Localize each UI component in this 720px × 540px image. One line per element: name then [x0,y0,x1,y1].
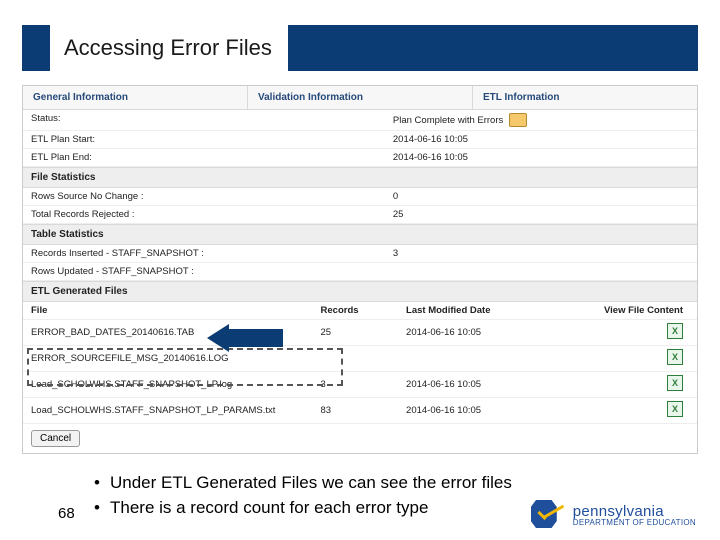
rows-updated-row: Rows Updated - STAFF_SNAPSHOT : [23,263,697,281]
gen-file-name: Load_SCHOLWHS.STAFF_SNAPSHOT_LP.log [31,379,321,390]
gen-files-header: File Records Last Modified Date View Fil… [23,302,697,320]
gen-file-records: 83 [321,405,407,416]
view-file-icon[interactable] [667,375,683,391]
status-value: Plan Complete with Errors [393,115,503,126]
gen-file-records: 3 [321,379,407,390]
bullet-item: Under ETL Generated Files we can see the… [94,472,698,495]
gen-file-modified: 2014-06-16 10:05 [406,327,577,338]
gen-file-modified: 2014-06-16 10:05 [406,405,577,416]
gen-file-name: Load_SCHOLWHS.STAFF_SNAPSHOT_LP_PARAMS.t… [31,405,321,416]
records-inserted-row: Records Inserted - STAFF_SNAPSHOT : 3 [23,245,697,263]
tab-strip: General Information Validation Informati… [23,86,697,110]
records-inserted-value: 3 [393,248,689,259]
gen-file-records: 25 [321,327,407,338]
tab-etl[interactable]: ETL Information [473,86,697,109]
gen-file-row: ERROR_SOURCEFILE_MSG_20140616.LOG [23,346,697,372]
plan-start-label: ETL Plan Start: [31,134,393,145]
rows-rejected-row: Total Records Rejected : 25 [23,206,697,224]
plan-start-value: 2014-06-16 10:05 [393,134,689,145]
etl-panel: General Information Validation Informati… [22,85,698,454]
dept-logo: pennsylvania DEPARTMENT OF EDUCATION [531,500,696,530]
folder-icon[interactable] [509,113,527,127]
gen-files-heading: ETL Generated Files [23,281,697,302]
gen-file-modified: 2014-06-16 10:05 [406,379,577,390]
status-label: Status: [31,113,393,127]
tab-validation[interactable]: Validation Information [248,86,473,109]
keystone-check-icon [531,500,565,530]
records-inserted-label: Records Inserted - STAFF_SNAPSHOT : [31,248,393,259]
title-bar: Accessing Error Files [22,25,698,71]
col-records: Records [321,305,407,316]
rows-rejected-value: 25 [393,209,689,220]
file-stats-heading: File Statistics [23,167,697,188]
plan-end-row: ETL Plan End: 2014-06-16 10:05 [23,149,697,167]
gen-file-name: ERROR_SOURCEFILE_MSG_20140616.LOG [31,353,321,364]
page-number: 68 [58,505,75,522]
rows-updated-value [393,266,689,277]
status-row: Status: Plan Complete with Errors [23,110,697,131]
gen-file-row: Load_SCHOLWHS.STAFF_SNAPSHOT_LP.log 3 20… [23,372,697,398]
plan-end-value: 2014-06-16 10:05 [393,152,689,163]
view-file-icon[interactable] [667,349,683,365]
col-modified: Last Modified Date [406,305,577,316]
rows-nochange-row: Rows Source No Change : 0 [23,188,697,206]
slide-title: Accessing Error Files [50,25,288,71]
view-file-icon[interactable] [667,401,683,417]
col-view: View File Content [577,305,689,316]
cancel-button[interactable]: Cancel [31,430,80,447]
plan-start-row: ETL Plan Start: 2014-06-16 10:05 [23,131,697,149]
rows-nochange-label: Rows Source No Change : [31,191,393,202]
rows-updated-label: Rows Updated - STAFF_SNAPSHOT : [31,266,393,277]
col-file: File [31,305,321,316]
plan-end-label: ETL Plan End: [31,152,393,163]
gen-file-row: Load_SCHOLWHS.STAFF_SNAPSHOT_LP_PARAMS.t… [23,398,697,424]
view-file-icon[interactable] [667,323,683,339]
gen-file-row: ERROR_BAD_DATES_20140616.TAB 25 2014-06-… [23,320,697,346]
logo-brand: pennsylvania [573,504,696,519]
rows-nochange-value: 0 [393,191,689,202]
table-stats-heading: Table Statistics [23,224,697,245]
logo-dept: DEPARTMENT OF EDUCATION [573,519,696,527]
tab-general[interactable]: General Information [23,86,248,109]
rows-rejected-label: Total Records Rejected : [31,209,393,220]
gen-file-name: ERROR_BAD_DATES_20140616.TAB [31,327,321,338]
